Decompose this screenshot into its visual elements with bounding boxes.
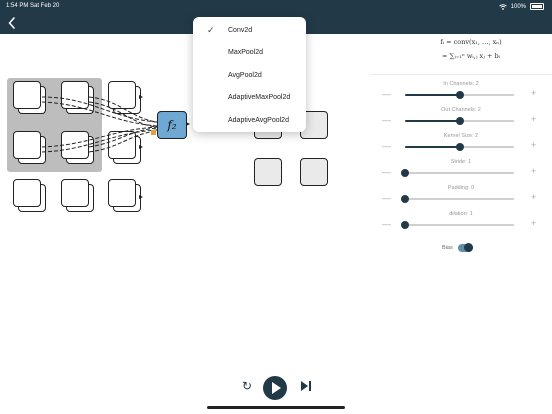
param-label: dilation: 1 [449,211,473,217]
parameters-panel: fᵢ = conv(x₁, …, xₙ) = ∑ⱼ₌₁ⁿ wᵢ,ⱼ xⱼ + b… [370,34,552,334]
increment-button[interactable]: + [531,192,536,202]
param-out-channels: Out Channels: 2 — + [370,107,552,133]
checkmark-icon: ✓ [207,25,215,35]
bias-toggle[interactable] [458,243,473,252]
step-forward-icon[interactable] [300,380,312,392]
param-label: Stride: 1 [450,159,472,165]
slider-track[interactable] [405,117,514,125]
decrement-button[interactable]: — [382,141,391,151]
reset-icon: ↻ [241,379,253,393]
decrement-button[interactable]: — [382,167,391,177]
slider-thumb[interactable] [401,221,409,229]
bias-toggle-row: Bias [370,242,552,256]
param-padding: Padding: 0 — + [370,185,552,211]
dropdown-item-adaptivemaxpool2d[interactable]: AdaptiveMaxPool2d [193,87,306,109]
param-dilation: dilation: 1 — + [370,211,552,237]
slider-track[interactable] [405,143,514,151]
toggle-knob [464,243,473,252]
slider-thumb[interactable] [455,91,464,99]
param-kernel-size: Kernel Size: 2 — + [370,133,552,159]
slider-track[interactable] [401,169,514,177]
play-button[interactable] [263,376,287,400]
param-stride: Stride: 1 — + [370,159,552,185]
playback-controls: ↻ [240,376,320,400]
function-node-label: f₂ [167,118,177,132]
bias-label: Bias [442,245,453,251]
home-indicator [207,406,345,409]
decrement-button[interactable]: — [382,115,391,125]
increment-button[interactable]: + [531,218,536,228]
decrement-button[interactable]: — [382,89,391,99]
play-icon [272,382,281,394]
slider-thumb[interactable] [401,195,409,203]
slider-track[interactable] [401,221,514,229]
param-label: In Channels: 2 [443,81,479,87]
dropdown-item-avgpool2d[interactable]: AvgPool2d [193,65,306,87]
increment-button[interactable]: + [531,140,536,150]
decrement-button[interactable]: — [382,193,391,203]
function-node[interactable]: f₂ [157,111,187,139]
formula: fᵢ = conv(x₁, …, xₙ) = ∑ⱼ₌₁ⁿ wᵢ,ⱼ xⱼ + b… [406,38,536,60]
slider-track[interactable] [401,195,514,203]
dropdown-item-adaptiveavgpool2d[interactable]: AdaptiveAvgPool2d [193,110,306,132]
increment-button[interactable]: + [531,88,536,98]
param-label: Padding: 0 [447,185,475,191]
bias-indicator [151,130,156,135]
param-label: Kernel Size: 2 [443,133,479,139]
dropdown-item-maxpool2d[interactable]: MaxPool2d [193,42,306,64]
decrement-button[interactable]: — [382,219,391,229]
slider-track[interactable] [405,91,514,99]
increment-button[interactable]: + [531,166,536,176]
panel-divider [370,74,552,75]
slider-thumb[interactable] [455,117,464,125]
dropdown-item-conv2d[interactable]: ✓ Conv2d [193,20,306,42]
formula-line-1: fᵢ = conv(x₁, …, xₙ) [440,38,502,46]
layer-type-dropdown: ✓ Conv2d MaxPool2d AvgPool2d AdaptiveMax… [193,17,306,132]
formula-line-2: = ∑ⱼ₌₁ⁿ wᵢ,ⱼ xⱼ + bᵢ [442,52,500,60]
slider-thumb[interactable] [455,143,464,151]
param-label: Out Channels: 2 [441,107,481,113]
increment-button[interactable]: + [531,114,536,124]
reset-button[interactable]: ↻ [240,379,254,393]
slider-thumb[interactable] [401,169,409,177]
param-in-channels: In Channels: 2 — + [370,81,552,107]
